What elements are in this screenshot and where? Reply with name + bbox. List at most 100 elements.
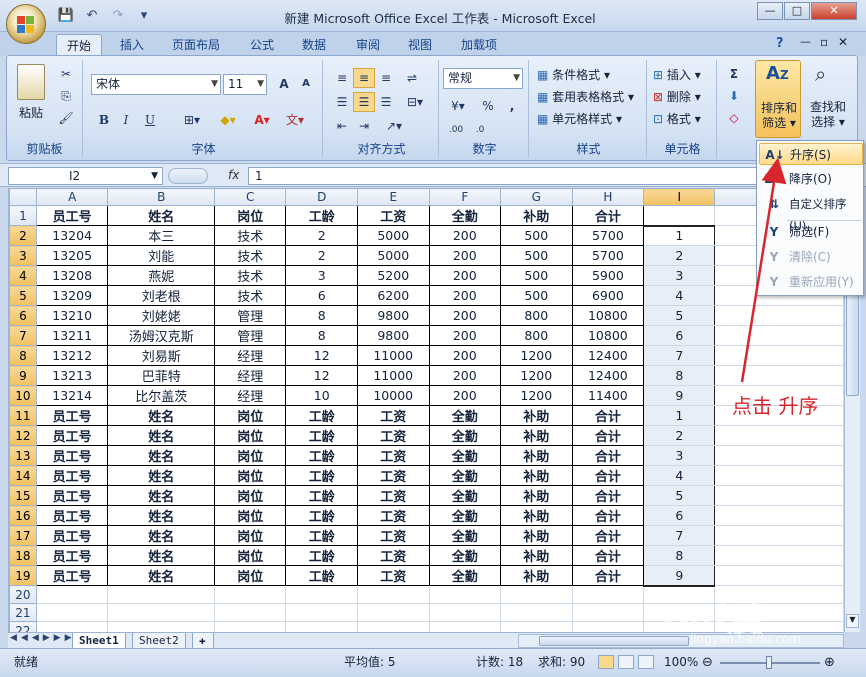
cell[interactable]: 合计 xyxy=(571,545,645,566)
cell[interactable]: 补助 xyxy=(500,205,573,226)
cell[interactable]: 员工号 xyxy=(35,505,109,526)
undo-icon[interactable]: ↶ xyxy=(82,7,102,25)
cell[interactable]: 姓名 xyxy=(107,425,215,446)
cell[interactable] xyxy=(285,585,358,604)
cell[interactable]: 6200 xyxy=(356,285,430,306)
cell[interactable]: 管理 xyxy=(213,305,287,326)
cell[interactable]: 员工号 xyxy=(35,405,109,426)
cell[interactable]: 全勤 xyxy=(428,525,502,546)
cell[interactable] xyxy=(356,585,430,604)
delete-button[interactable]: ⊠ 删除 ▾ xyxy=(653,88,701,106)
cell[interactable]: 员工号 xyxy=(35,565,109,586)
cell[interactable] xyxy=(500,603,573,622)
cell[interactable]: 500 xyxy=(500,225,573,246)
cell[interactable]: 技术 xyxy=(213,245,287,266)
cell[interactable]: 2 xyxy=(643,245,716,266)
sheet-tab-1[interactable]: Sheet1 xyxy=(72,633,126,649)
cell[interactable]: 1200 xyxy=(500,365,573,386)
cell[interactable]: 1200 xyxy=(500,385,573,406)
worksheet-grid[interactable]: A B C D E F G H I 1 员工号 姓名 岗位 工龄 工资 全勤 补助 合计 2 13204 本三 技术 2 50… xyxy=(8,188,844,632)
cell[interactable]: 技术 xyxy=(213,285,287,306)
cell[interactable]: 800 xyxy=(500,305,573,326)
column-header[interactable]: B xyxy=(107,188,215,206)
cell[interactable]: 6 xyxy=(643,325,716,346)
column-header[interactable]: A xyxy=(35,188,109,206)
normal-view-icon[interactable] xyxy=(598,655,614,669)
cell[interactable]: 工龄 xyxy=(285,445,358,466)
cell[interactable]: 全勤 xyxy=(428,565,502,586)
borders-icon[interactable]: ⊞▾ xyxy=(177,110,207,130)
cell[interactable]: 9 xyxy=(643,385,716,406)
ribbon-minimize-icon[interactable]: — xyxy=(800,35,811,48)
cell[interactable]: 员工号 xyxy=(35,205,109,226)
column-header[interactable]: C xyxy=(213,188,287,206)
cell[interactable]: 500 xyxy=(500,265,573,286)
cell[interactable] xyxy=(107,585,215,604)
cell[interactable]: 工龄 xyxy=(285,205,358,226)
orientation-icon[interactable]: ↗▾ xyxy=(379,116,409,136)
cell[interactable]: 技术 xyxy=(213,225,287,246)
cell[interactable]: 3 xyxy=(643,265,716,286)
clear-icon[interactable]: ◇ xyxy=(723,108,745,128)
cell[interactable]: 1 xyxy=(643,405,716,426)
maximize-button[interactable]: □ xyxy=(784,2,810,20)
column-header[interactable]: I xyxy=(643,188,716,206)
row-header[interactable]: 1 xyxy=(9,205,37,226)
align-middle-icon[interactable]: ≡ xyxy=(353,68,375,88)
column-header[interactable]: F xyxy=(428,188,502,206)
zoom-slider-thumb[interactable] xyxy=(766,656,772,669)
cell[interactable]: 补助 xyxy=(500,505,573,526)
cell[interactable]: 全勤 xyxy=(428,505,502,526)
cell[interactable]: 全勤 xyxy=(428,465,502,486)
cell[interactable]: 11000 xyxy=(356,365,430,386)
decrease-decimal-icon[interactable]: .0 xyxy=(469,120,491,140)
cell[interactable]: 3 xyxy=(643,445,716,466)
menu-custom-sort[interactable]: ⇅ 自定义排序(U)... xyxy=(759,193,863,233)
row-header[interactable]: 2 xyxy=(9,225,37,246)
cell[interactable]: 工资 xyxy=(356,485,430,506)
wrap-text-icon[interactable]: ⇌ xyxy=(401,68,423,88)
cell[interactable] xyxy=(107,603,215,622)
cell[interactable] xyxy=(500,621,573,632)
cell[interactable]: 200 xyxy=(428,365,502,386)
save-icon[interactable]: 💾 xyxy=(56,7,76,25)
cell[interactable] xyxy=(285,603,358,622)
bold-button[interactable]: B xyxy=(93,110,115,130)
cell[interactable]: 刘姥姥 xyxy=(107,305,215,326)
autosum-button[interactable]: Σ xyxy=(723,64,745,84)
close-button[interactable]: ✕ xyxy=(811,2,857,20)
cell[interactable]: 工资 xyxy=(356,525,430,546)
cell[interactable] xyxy=(714,345,844,366)
cell[interactable]: 姓名 xyxy=(107,205,215,226)
cell[interactable] xyxy=(714,545,844,566)
cell[interactable]: 工龄 xyxy=(285,545,358,566)
row-header[interactable]: 9 xyxy=(9,365,37,386)
cell[interactable]: 补助 xyxy=(500,425,573,446)
cell[interactable]: 员工号 xyxy=(35,485,109,506)
insert-button[interactable]: ⊞ 插入 ▾ xyxy=(653,66,701,84)
cell[interactable]: 刘能 xyxy=(107,245,215,266)
font-color-icon[interactable]: A▾ xyxy=(247,110,277,130)
cell[interactable]: 8 xyxy=(643,365,716,386)
cell[interactable]: 补助 xyxy=(500,485,573,506)
cell[interactable] xyxy=(571,621,645,632)
cell[interactable]: 全勤 xyxy=(428,485,502,506)
number-format-select[interactable]: 常规 ▼ xyxy=(443,68,523,89)
sheet-tab-2[interactable]: Sheet2 xyxy=(132,633,186,649)
cell[interactable]: 200 xyxy=(428,245,502,266)
row-header[interactable]: 21 xyxy=(9,603,37,622)
italic-button[interactable]: I xyxy=(115,110,137,130)
cell[interactable]: 1 xyxy=(643,224,716,246)
cell[interactable] xyxy=(500,585,573,604)
cell[interactable] xyxy=(714,325,844,346)
format-as-table-button[interactable]: ▦ 套用表格格式 ▾ xyxy=(537,88,634,106)
formula-cancel-enter-icon[interactable] xyxy=(168,168,208,184)
cell[interactable]: 岗位 xyxy=(213,465,287,486)
cell[interactable]: 6 xyxy=(285,285,358,306)
cell[interactable] xyxy=(428,621,502,632)
copy-icon[interactable]: ⎘ xyxy=(55,86,77,106)
cell[interactable]: 工龄 xyxy=(285,425,358,446)
name-box-dropdown-icon[interactable]: ▼ xyxy=(151,168,158,184)
cell[interactable]: 13208 xyxy=(35,265,109,286)
tab-home[interactable]: 开始 xyxy=(56,34,103,56)
